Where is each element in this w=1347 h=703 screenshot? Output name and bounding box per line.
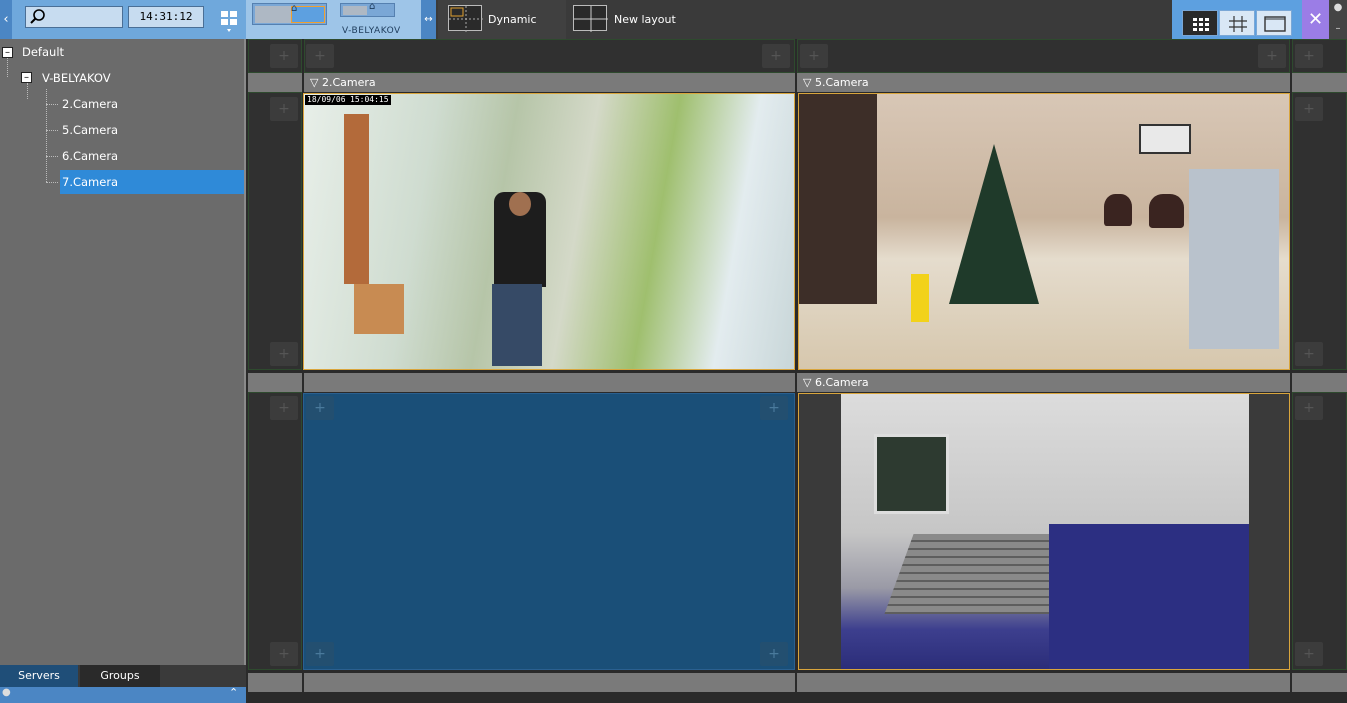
device-tree-panel: – Default – V-BELYAKOV 2.Camera 5.Camera… [0, 39, 246, 665]
clock-display: 14:31:12 [128, 6, 204, 28]
chevron-left-icon: ‹ [3, 12, 9, 27]
search-input[interactable] [25, 6, 123, 28]
camera-5-video[interactable] [798, 93, 1290, 370]
home-icon: ⌂ [291, 3, 298, 14]
add-camera-icon[interactable]: + [1295, 642, 1323, 666]
camera-title: 5.Camera [814, 76, 869, 89]
empty-cell[interactable] [248, 92, 302, 370]
tree-item-camera-5[interactable]: 5.Camera [60, 119, 244, 141]
camera-6-video[interactable] [798, 393, 1290, 670]
add-camera-icon[interactable]: + [762, 44, 790, 68]
cell-header [1292, 73, 1347, 92]
camera-title: 6.Camera [814, 376, 869, 389]
dropdown-icon: ▽ [803, 376, 812, 389]
collapse-default-icon[interactable]: – [2, 47, 13, 58]
server-thumb-label: V-BELYAKOV [342, 26, 401, 36]
cell-header [248, 673, 302, 692]
tab-dynamic-layout[interactable]: Dynamic layout [438, 0, 566, 65]
collapse-server-icon[interactable]: – [21, 72, 32, 83]
add-camera-icon[interactable]: + [760, 396, 788, 420]
cell-header [304, 673, 795, 692]
tree-item-camera-7[interactable]: 7.Camera [60, 170, 244, 194]
hash-grid-icon [1229, 16, 1247, 32]
empty-cell[interactable] [248, 392, 302, 670]
tree-node-default[interactable]: Default [22, 41, 64, 63]
camera-date-stamp: 18/09/06 [305, 95, 348, 105]
grid-view-icon [1193, 18, 1209, 31]
splitter-handle[interactable]: ↔ [421, 0, 436, 39]
back-button[interactable]: ‹ [0, 0, 12, 39]
tab-groups[interactable]: Groups [80, 665, 160, 687]
tools-icon: ✕ [1307, 9, 1324, 30]
camera-5-header[interactable]: ▽ 5.Camera [797, 73, 1290, 92]
add-camera-icon[interactable]: + [1295, 44, 1323, 68]
cell-header [248, 73, 302, 92]
user-icon: ● [1333, 2, 1343, 13]
panel-footer: ● ⌃ [0, 686, 246, 703]
panel-tabs: Servers Groups [0, 665, 246, 687]
add-camera-icon[interactable]: + [306, 396, 334, 420]
tree-item-camera-6[interactable]: 6.Camera [60, 145, 244, 167]
minimize-icon: – [1335, 23, 1341, 34]
tab-new-layout-1[interactable]: New layout 1 [566, 0, 686, 65]
home-icon: ⌂ [369, 1, 376, 12]
empty-cell[interactable] [797, 39, 1290, 73]
add-camera-icon[interactable]: + [1258, 44, 1286, 68]
add-camera-icon[interactable]: + [1295, 396, 1323, 420]
grid-layout-icon [221, 11, 237, 32]
add-camera-icon[interactable]: + [760, 642, 788, 666]
cell-header [1292, 373, 1347, 392]
add-camera-icon[interactable]: + [270, 97, 298, 121]
layout-menu-button[interactable] [214, 4, 244, 34]
cell-header [1292, 673, 1347, 692]
grid-lines-button[interactable] [1219, 10, 1255, 36]
add-camera-icon[interactable]: + [1295, 97, 1323, 121]
camera-2-video[interactable]: 18/09/06 15:04:15 [303, 93, 795, 370]
camera-6-header[interactable]: ▽ 6.Camera [797, 373, 1290, 392]
dropdown-icon: ▽ [310, 76, 319, 89]
user-icon: ● [2, 687, 11, 698]
dropdown-icon: ▽ [803, 76, 812, 89]
empty-cell[interactable] [1292, 92, 1347, 370]
dynamic-layout-icon [448, 5, 483, 32]
single-view-button[interactable] [1256, 10, 1292, 36]
empty-cell[interactable] [304, 39, 795, 73]
empty-cell[interactable] [1292, 392, 1347, 670]
grid-2x2-icon [573, 5, 608, 32]
camera-2-header[interactable]: ▽ 2.Camera [304, 73, 795, 92]
layout-thumbnail-1[interactable]: ⌂ [252, 3, 327, 25]
resize-icon: ↔ [424, 14, 433, 25]
add-camera-icon[interactable]: + [270, 44, 298, 68]
camera-time-stamp: 15:04:15 [348, 95, 391, 105]
add-camera-icon[interactable]: + [270, 642, 298, 666]
grid-view-button[interactable] [1182, 10, 1218, 36]
window-icon [1264, 16, 1286, 32]
collapse-up-icon[interactable]: ⌃ [229, 686, 238, 699]
settings-tools-button[interactable]: ✕ [1302, 0, 1329, 39]
search-icon [30, 9, 45, 24]
tree-node-server[interactable]: V-BELYAKOV [42, 67, 111, 89]
cell-header [797, 673, 1290, 692]
tree-item-camera-2[interactable]: 2.Camera [60, 93, 244, 115]
camera-title: 2.Camera [321, 76, 376, 89]
add-camera-icon[interactable]: + [800, 44, 828, 68]
window-controls[interactable]: ● – [1329, 0, 1347, 39]
layout-grid: + + + + + + ▽ 2.Camera ▽ 5.Camera + + + … [248, 39, 1347, 703]
add-camera-icon[interactable]: + [1295, 342, 1323, 366]
empty-selected-cell[interactable] [303, 393, 795, 670]
add-camera-icon[interactable]: + [270, 342, 298, 366]
add-camera-icon[interactable]: + [270, 396, 298, 420]
layout-thumbnail-2[interactable]: ⌂ [340, 1, 395, 17]
add-camera-icon[interactable]: + [306, 44, 334, 68]
add-camera-icon[interactable]: + [306, 642, 334, 666]
cell-header [304, 373, 795, 392]
cell-header [248, 373, 302, 392]
tab-servers[interactable]: Servers [0, 665, 78, 687]
